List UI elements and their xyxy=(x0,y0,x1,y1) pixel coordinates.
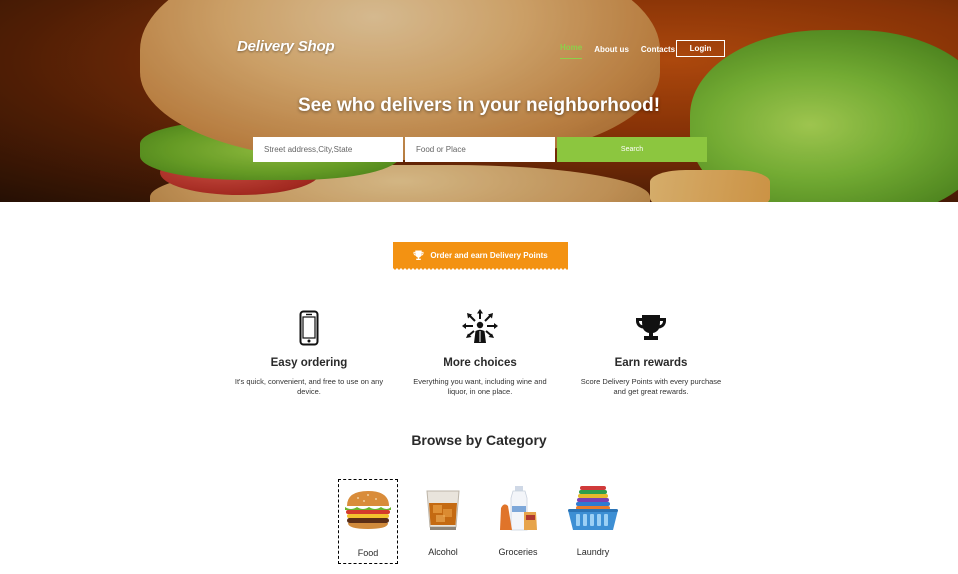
smartphone-icon xyxy=(299,310,319,345)
address-input[interactable] xyxy=(253,137,403,162)
nav-about-us[interactable]: About us xyxy=(594,42,629,58)
category-label: Food xyxy=(357,548,379,558)
category-label: Laundry xyxy=(576,547,610,557)
hero-banner: Delivery Shop Home About us Contacts Log… xyxy=(0,0,958,202)
burger-image xyxy=(345,491,391,529)
feature-text: Score Delivery Points with every purchas… xyxy=(580,377,722,396)
main-nav: Home About us Contacts xyxy=(560,40,687,59)
trophy-icon xyxy=(413,250,424,260)
category-food[interactable]: Food xyxy=(338,479,398,564)
search-button[interactable]: Search xyxy=(557,137,707,162)
brand-logo[interactable]: Delivery Shop xyxy=(237,38,335,55)
order-earn-label: Order and earn Delivery Points xyxy=(430,250,548,260)
laundry-basket-image xyxy=(568,486,618,530)
login-button[interactable]: Login xyxy=(676,40,725,57)
feature-text: It's quick, convenient, and free to use … xyxy=(234,377,384,396)
feature-title: Earn rewards xyxy=(614,357,688,369)
food-place-input[interactable] xyxy=(405,137,555,162)
feature-title: More choices xyxy=(443,357,517,369)
browse-title: Browse by Category xyxy=(411,432,547,448)
feature-more-choices: More choices Everything you want, includ… xyxy=(405,305,555,396)
category-groceries[interactable]: Groceries xyxy=(488,479,548,564)
search-form: Search xyxy=(253,137,707,162)
hero-title: See who delivers in your neighborhood! xyxy=(297,95,661,116)
whiskey-glass-image xyxy=(426,490,460,530)
category-alcohol[interactable]: Alcohol xyxy=(413,479,473,564)
person-choices-icon xyxy=(462,308,498,343)
nav-home[interactable]: Home xyxy=(560,40,583,59)
feature-text: Everything you want, including wine and … xyxy=(413,377,547,396)
order-earn-button[interactable]: Order and earn Delivery Points xyxy=(393,242,568,271)
feature-easy-ordering: Easy ordering It's quick, convenient, an… xyxy=(234,305,384,396)
category-label: Groceries xyxy=(498,547,538,557)
nav-contacts[interactable]: Contacts xyxy=(641,42,675,58)
feature-title: Easy ordering xyxy=(270,357,348,369)
category-label: Alcohol xyxy=(428,547,458,557)
trophy-icon xyxy=(636,314,666,340)
groceries-image xyxy=(500,486,537,531)
feature-earn-rewards: Earn rewards Score Delivery Points with … xyxy=(576,305,726,396)
category-laundry[interactable]: Laundry xyxy=(563,479,623,564)
